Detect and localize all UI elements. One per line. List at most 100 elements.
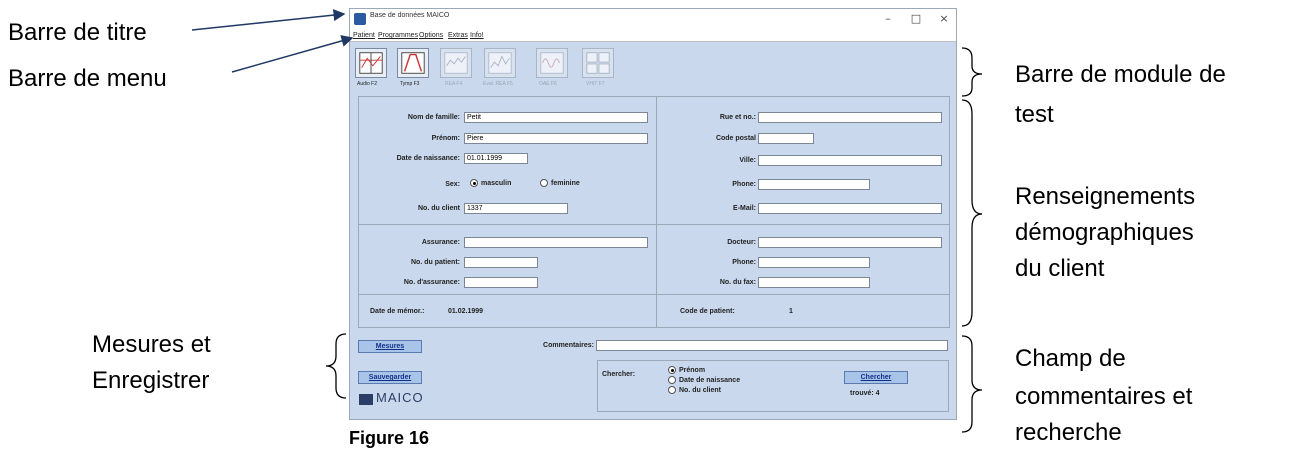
- oae-icon: [540, 52, 564, 74]
- rea-label: REA F4: [445, 81, 463, 87]
- fax-label: No. du fax:: [719, 279, 756, 286]
- email-label: E-Mail:: [733, 205, 756, 212]
- patient-code-value: 1: [789, 308, 793, 315]
- save-button[interactable]: Sauvegarder: [358, 371, 422, 384]
- search-by-birth-date-radio[interactable]: Date de naissance: [668, 376, 740, 384]
- audio-button[interactable]: [355, 48, 387, 78]
- fax-field[interactable]: [758, 277, 870, 288]
- phone-label: Phone:: [732, 181, 756, 188]
- figure-caption: Figure 16: [349, 428, 430, 448]
- tymp-icon: [401, 52, 425, 74]
- street-field[interactable]: [758, 112, 942, 123]
- radio-unselected-icon: [540, 179, 548, 187]
- tymp-label: Tymp F3: [400, 81, 420, 87]
- first-name-field[interactable]: Piere: [464, 133, 648, 144]
- app-window: Base de données MAICO – □ × Patient Prog…: [349, 8, 957, 420]
- measures-brace: [325, 333, 347, 399]
- patient-number-label: No. du patient:: [411, 259, 460, 266]
- menu-options[interactable]: Options: [419, 30, 443, 41]
- close-button[interactable]: ×: [930, 10, 958, 28]
- birth-date-field[interactable]: 01.01.1999: [464, 153, 528, 164]
- patient-code-label: Code de patient:: [680, 308, 735, 315]
- doctor-phone-label: Phone:: [732, 259, 756, 266]
- eval-rea-button[interactable]: [484, 48, 516, 78]
- client-number-field[interactable]: 1337: [464, 203, 568, 214]
- radio-selected-icon: [470, 179, 478, 187]
- postal-code-field[interactable]: [758, 133, 814, 144]
- search-by-first-name-radio[interactable]: Prénom: [668, 366, 705, 374]
- comments-field[interactable]: [596, 340, 948, 351]
- last-name-label: Nom de famille:: [407, 114, 460, 121]
- search-button[interactable]: Chercher: [844, 371, 908, 384]
- doctor-label: Docteur:: [727, 239, 756, 246]
- oae-button[interactable]: [536, 48, 568, 78]
- city-label: Ville:: [739, 157, 756, 164]
- callout-demographics-2: démographiques: [1015, 219, 1194, 246]
- maximize-button[interactable]: □: [902, 10, 930, 28]
- menu-info[interactable]: Info!: [470, 30, 484, 41]
- callout-comments-2: commentaires et: [1015, 383, 1193, 410]
- audio-icon: [359, 52, 383, 74]
- memo-date-value: 01.02.1999: [448, 308, 484, 315]
- tymp-button[interactable]: [397, 48, 429, 78]
- maico-logo-text: MAICO: [376, 390, 424, 405]
- vhit-label: VHIT F7: [586, 81, 605, 87]
- callout-measures-1: Mesures et: [92, 331, 211, 358]
- vhit-icon: [586, 52, 610, 74]
- search-box: [597, 360, 949, 412]
- menu-programmes[interactable]: Programmes: [378, 30, 418, 41]
- email-field[interactable]: [758, 203, 942, 214]
- test-module-brace: [961, 47, 983, 97]
- phone-field[interactable]: [758, 179, 870, 190]
- search-label: Chercher:: [602, 371, 636, 378]
- radio-unselected-icon: [668, 386, 676, 394]
- insurance-number-field[interactable]: [464, 277, 538, 288]
- patient-number-field[interactable]: [464, 257, 538, 268]
- callout-menu-bar: Barre de menu: [8, 65, 167, 92]
- measures-button[interactable]: Mesures: [358, 340, 422, 353]
- menu-patient[interactable]: Patient: [353, 30, 375, 41]
- audio-label: Audio F2: [357, 81, 378, 87]
- callout-demographics-3: du client: [1015, 255, 1105, 282]
- callout-comments-1: Champ de: [1015, 345, 1126, 372]
- eval-rea-icon: [488, 52, 512, 74]
- last-name-field[interactable]: Petit: [464, 112, 648, 123]
- memo-date-label: Date de mémor.:: [370, 308, 425, 315]
- sex-label: Sex:: [445, 181, 460, 188]
- demographics-brace: [961, 99, 983, 327]
- title-bar: Base de données MAICO – □ ×: [350, 9, 956, 30]
- doctor-field[interactable]: [758, 237, 942, 248]
- oae-label: OAE F6: [539, 81, 557, 87]
- radio-unselected-icon: [668, 376, 676, 384]
- rea-button[interactable]: [440, 48, 472, 78]
- radio-selected-icon: [668, 366, 676, 374]
- postal-code-label: Code postal: [715, 135, 756, 142]
- insurance-field[interactable]: [464, 237, 648, 248]
- window-title: Base de données MAICO: [370, 12, 450, 19]
- callout-test-module-bar-2: test: [1015, 101, 1054, 128]
- maico-logo-icon: [359, 394, 373, 405]
- city-field[interactable]: [758, 155, 942, 166]
- app-logo-icon: [354, 13, 366, 25]
- vhit-button[interactable]: [582, 48, 614, 78]
- title-bar-arrow: [191, 9, 346, 31]
- panel-divider-vertical: [656, 97, 657, 327]
- sex-male-radio[interactable]: masculin: [470, 179, 511, 187]
- menu-bar-arrow: [231, 35, 354, 73]
- minimize-button[interactable]: –: [874, 10, 902, 28]
- sex-female-radio[interactable]: feminine: [540, 179, 580, 187]
- comments-label: Commentaires:: [543, 342, 594, 349]
- menu-extras[interactable]: Extras: [448, 30, 468, 41]
- panel-divider-1: [359, 224, 949, 225]
- search-by-client-number-radio[interactable]: No. du client: [668, 386, 721, 394]
- birth-date-label: Date de naissance:: [396, 155, 460, 162]
- doctor-phone-field[interactable]: [758, 257, 870, 268]
- comments-brace: [961, 335, 983, 433]
- callout-test-module-bar-1: Barre de module de: [1015, 61, 1226, 88]
- panel-divider-2: [359, 294, 949, 295]
- test-module-bar: Audio F2 Tymp F3 REA F4 Eval. REA F5 OAE…: [350, 42, 956, 92]
- found-count: trouvé: 4: [850, 390, 880, 397]
- insurance-number-label: No. d'assurance:: [403, 279, 460, 286]
- first-name-label: Prénom:: [431, 135, 460, 142]
- callout-title-bar: Barre de titre: [8, 19, 147, 46]
